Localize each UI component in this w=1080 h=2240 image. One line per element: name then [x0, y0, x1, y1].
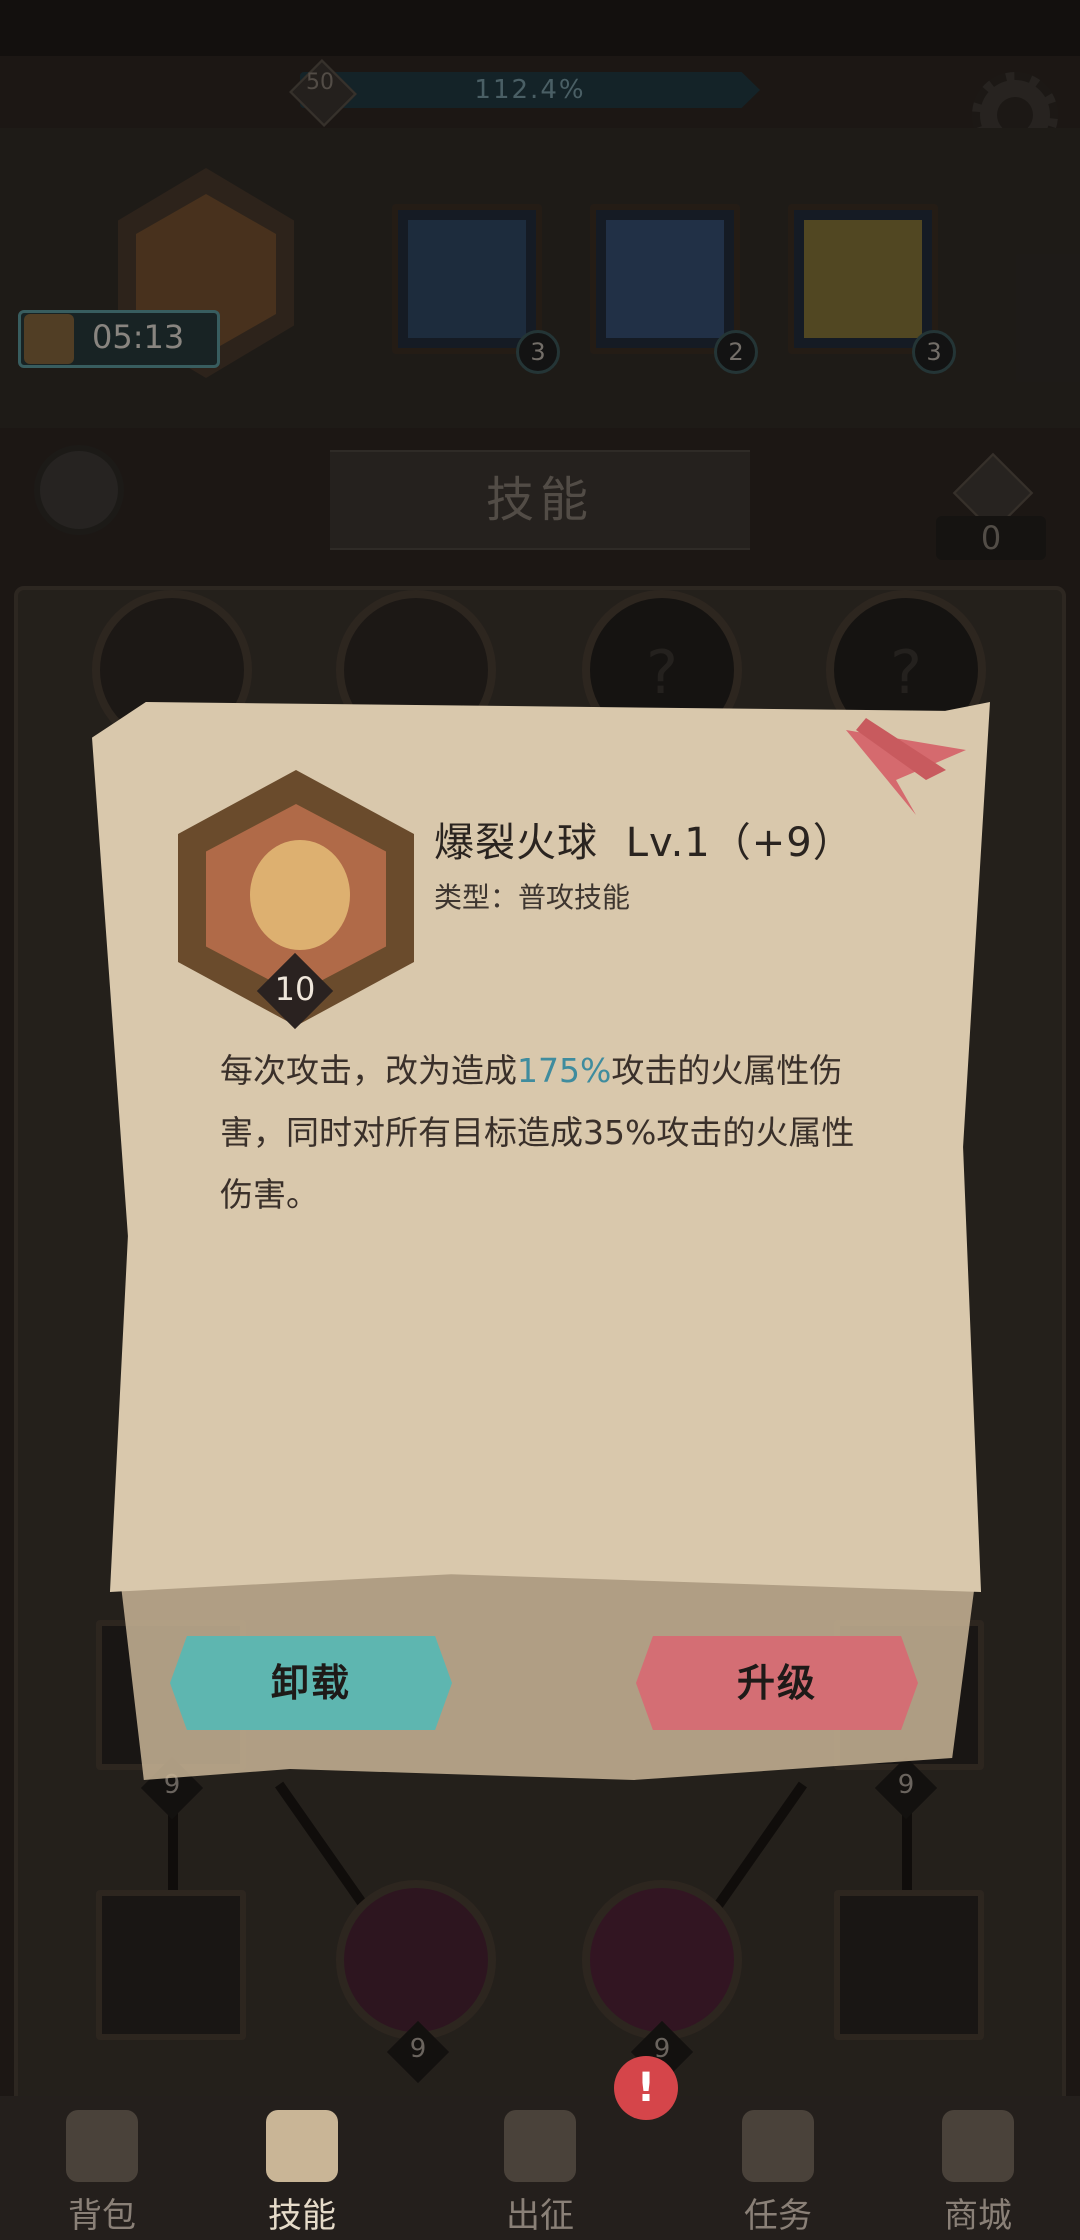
desc-highlight-value: 175% — [517, 1051, 612, 1090]
upgrade-button[interactable]: 升级 — [636, 1636, 918, 1730]
tab-skills-label: 技能 — [268, 2196, 336, 2236]
skill-icon-level: 10 — [274, 970, 316, 1008]
scroll-icon — [742, 2110, 814, 2182]
backpack-icon — [66, 2110, 138, 2182]
tab-backpack-label: 背包 — [68, 2196, 136, 2236]
tab-expedition-label: 出征 — [506, 2196, 574, 2236]
skill-book-icon — [266, 2110, 338, 2182]
tab-backpack[interactable]: 背包 — [12, 2096, 192, 2240]
tab-shop-label: 商城 — [944, 2196, 1012, 2236]
skill-name: 爆裂火球 — [434, 820, 598, 866]
skill-type: 类型：普攻技能 — [434, 881, 631, 914]
tab-expedition[interactable]: 出征 — [450, 2096, 630, 2240]
tab-tasks-label: 任务 — [744, 2196, 812, 2236]
shop-icon — [942, 2110, 1014, 2182]
close-icon[interactable] — [826, 710, 976, 820]
tab-skills[interactable]: 技能 — [212, 2096, 392, 2240]
sword-map-icon — [504, 2110, 576, 2182]
expedition-alert-icon: ! — [614, 2056, 678, 2120]
unload-button[interactable]: 卸载 — [170, 1636, 452, 1730]
desc-part-1: 每次攻击，改为造成 — [220, 1051, 517, 1090]
skill-level: Lv.1（+9） — [625, 820, 854, 866]
skill-description: 每次攻击，改为造成175%攻击的火属性伤害，同时对所有目标造成35%攻击的火属性… — [220, 1040, 880, 1226]
skill-title: 爆裂火球 Lv.1（+9） — [434, 810, 854, 868]
tab-tasks[interactable]: 任务 — [688, 2096, 868, 2240]
fireball-glow-icon — [250, 840, 350, 950]
tab-shop[interactable]: 商城 — [888, 2096, 1068, 2240]
